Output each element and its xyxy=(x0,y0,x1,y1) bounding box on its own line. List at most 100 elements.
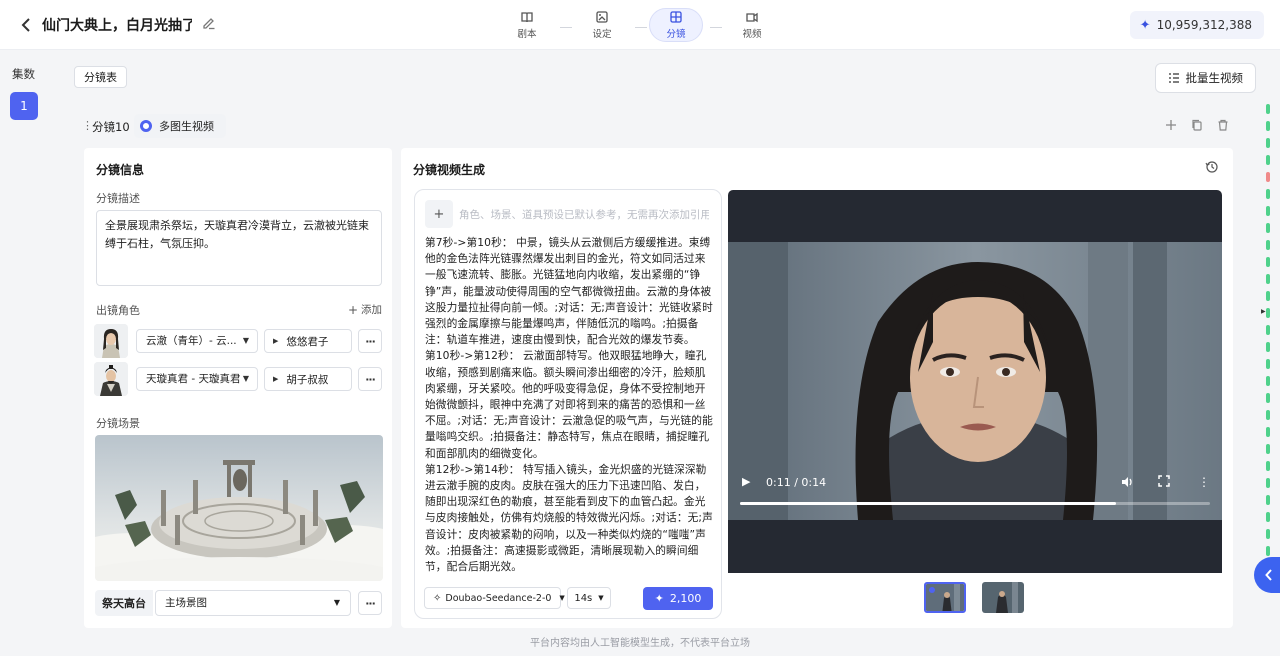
shot-header: ⋮⋮ 分镜10 多图生视频 xyxy=(74,106,1244,146)
rail-segment xyxy=(1266,189,1270,199)
back-icon[interactable] xyxy=(16,14,36,36)
step-script[interactable]: 剧本 xyxy=(500,8,554,42)
chevron-left-icon xyxy=(1265,569,1272,581)
add-character-button[interactable]: + 添加 xyxy=(348,302,382,317)
video-prompt-textarea[interactable]: 第7秒->第10秒： 中景，镜头从云澈侧后方缓缓推进。束缚他的金色法阵光链骤然爆… xyxy=(425,235,715,581)
character-select[interactable]: 云澈（青年）- 云... ▼ xyxy=(136,329,258,353)
rail-segment xyxy=(1266,478,1270,488)
step-connector xyxy=(635,27,647,28)
prompt-card: + 角色、场景、道具预设已默认参考，无需再次添加引用 第7秒->第10秒： 中景… xyxy=(414,189,722,619)
scene-label: 分镜场景 xyxy=(96,417,140,430)
rail-segment xyxy=(1266,342,1270,352)
fullscreen-icon[interactable] xyxy=(1158,475,1172,489)
more-options-button[interactable]: ··· xyxy=(358,329,382,353)
batch-generate-video-button[interactable]: 批量生视频 xyxy=(1154,63,1256,93)
voice-selector[interactable]: ▶ 悠悠君子 xyxy=(264,329,352,353)
chevron-down-icon: ▼ xyxy=(242,336,249,345)
generation-mode-selector[interactable]: 多图生视频 xyxy=(134,114,226,138)
scene-image-select[interactable]: 主场景图 ▼ xyxy=(155,590,351,616)
sparkle-icon: ✦ xyxy=(654,592,664,605)
duration-select[interactable]: 14s ▼ xyxy=(567,587,611,609)
model-name: Doubao-Seedance-2-0 xyxy=(445,592,552,604)
episodes-label: 集数 xyxy=(12,67,35,81)
step-storyboard[interactable]: 分镜 xyxy=(649,8,703,42)
drag-handle-icon[interactable]: ⋮⋮ xyxy=(82,119,103,133)
shot-description-textarea[interactable]: 全景展现肃杀祭坛，天璇真君冷漠背立，云澈被光链束缚于石柱，气氛压抑。 xyxy=(96,210,382,286)
rail-segment xyxy=(1266,529,1270,539)
video-progress-bar[interactable] xyxy=(740,502,1210,505)
collapse-panel-button[interactable] xyxy=(1254,557,1280,593)
description-label: 分镜描述 xyxy=(96,192,140,205)
video-progress-fill xyxy=(740,502,1116,505)
rail-segment xyxy=(1266,274,1270,284)
episode-1-button[interactable]: 1 xyxy=(10,92,38,120)
video-thumbnail-selected[interactable] xyxy=(924,582,966,613)
character-avatar[interactable] xyxy=(94,324,128,358)
character-name: 天璇真君 - 天璇真君 xyxy=(146,373,241,385)
top-bar: 仙门大典上，白月光抽了... 剧本 设定 分镜 视频 ✦ 10,959,312,… xyxy=(0,0,1280,50)
edit-pencil-icon[interactable] xyxy=(202,16,218,32)
rail-segment xyxy=(1266,240,1270,250)
video-generation-panel: 分镜视频生成 + 角色、场景、道具预设已默认参考，无需再次添加引用 第7秒->第… xyxy=(401,148,1233,628)
play-icon: ▶ xyxy=(273,337,279,345)
rail-segment xyxy=(1266,444,1270,454)
play-icon[interactable]: ▶ xyxy=(742,475,754,489)
settings-image-icon xyxy=(596,11,608,23)
list-icon xyxy=(1168,73,1179,83)
scene-image-label: 主场景图 xyxy=(165,597,207,609)
rail-segment xyxy=(1266,495,1270,505)
video-menu-icon[interactable]: ⋮ xyxy=(1198,475,1210,489)
step-settings[interactable]: 设定 xyxy=(575,8,629,42)
rail-segment xyxy=(1266,427,1270,437)
rail-arrow-icon: ▶ xyxy=(1261,308,1266,315)
rail-segment xyxy=(1266,138,1270,148)
generate-video-button[interactable]: ✦ 2,100 xyxy=(643,587,713,610)
character-name: 云澈（青年）- 云... xyxy=(146,335,237,347)
voice-selector[interactable]: ▶ 胡子叔叔 xyxy=(264,367,352,391)
video-player[interactable]: ▶ 0:11 / 0:14 ⋮ xyxy=(728,190,1222,573)
workflow-steps: 剧本 设定 分镜 视频 xyxy=(500,6,790,46)
add-reference-button[interactable]: + xyxy=(425,200,453,228)
character-row: 云澈（青年）- 云... ▼ ▶ 悠悠君子 ··· xyxy=(94,324,384,358)
scene-more-button[interactable]: ··· xyxy=(358,591,382,615)
rail-segment xyxy=(1266,172,1270,182)
shot-name: 分镜10 xyxy=(92,120,130,134)
credits-badge[interactable]: ✦ 10,959,312,388 xyxy=(1129,11,1264,39)
info-panel-title: 分镜信息 xyxy=(96,163,145,177)
rail-segment xyxy=(1266,104,1270,114)
video-thumbnail[interactable] xyxy=(982,582,1024,613)
voice-name: 胡子叔叔 xyxy=(286,373,329,386)
scene-image[interactable] xyxy=(95,435,383,581)
more-options-button[interactable]: ··· xyxy=(358,367,382,391)
step-video[interactable]: 视频 xyxy=(725,8,779,42)
project-title: 仙门大典上，白月光抽了... xyxy=(42,18,192,34)
rail-segment xyxy=(1266,325,1270,335)
rail-segment xyxy=(1266,291,1270,301)
cost-value: 2,100 xyxy=(669,592,702,605)
rail-segment xyxy=(1266,206,1270,216)
rail-segment xyxy=(1266,223,1270,233)
scene-row: 祭天高台 主场景图 ▼ ··· xyxy=(95,590,383,616)
model-select[interactable]: ✧ Doubao-Seedance-2-0 ▼ xyxy=(424,587,565,609)
book-icon xyxy=(521,12,533,23)
delete-icon[interactable] xyxy=(1216,118,1230,132)
play-icon: ▶ xyxy=(273,375,279,383)
plus-icon: + xyxy=(347,302,358,317)
chevron-down-icon: ▼ xyxy=(559,594,565,602)
copy-icon[interactable] xyxy=(1190,118,1204,132)
history-icon[interactable] xyxy=(1205,160,1219,174)
voice-name: 悠悠君子 xyxy=(286,335,329,348)
character-avatar[interactable] xyxy=(94,362,128,396)
add-shot-icon[interactable] xyxy=(1164,118,1178,132)
batch-label: 批量生视频 xyxy=(1185,71,1244,85)
add-label: 添加 xyxy=(361,304,382,316)
step-label: 剧本 xyxy=(517,29,537,40)
volume-icon[interactable] xyxy=(1120,475,1136,489)
rail-segment xyxy=(1266,410,1270,420)
reference-placeholder: 角色、场景、道具预设已默认参考，无需再次添加引用 xyxy=(459,209,709,221)
rail-segment xyxy=(1266,257,1270,267)
duration-value: 14s xyxy=(574,592,593,604)
shot-info-panel: 分镜信息 分镜描述 全景展现肃杀祭坛，天璇真君冷漠背立，云澈被光链束缚于石柱，气… xyxy=(84,148,392,628)
storyboard-table-tab[interactable]: 分镜表 xyxy=(74,66,127,88)
character-select[interactable]: 天璇真君 - 天璇真君 ▼ xyxy=(136,367,258,391)
